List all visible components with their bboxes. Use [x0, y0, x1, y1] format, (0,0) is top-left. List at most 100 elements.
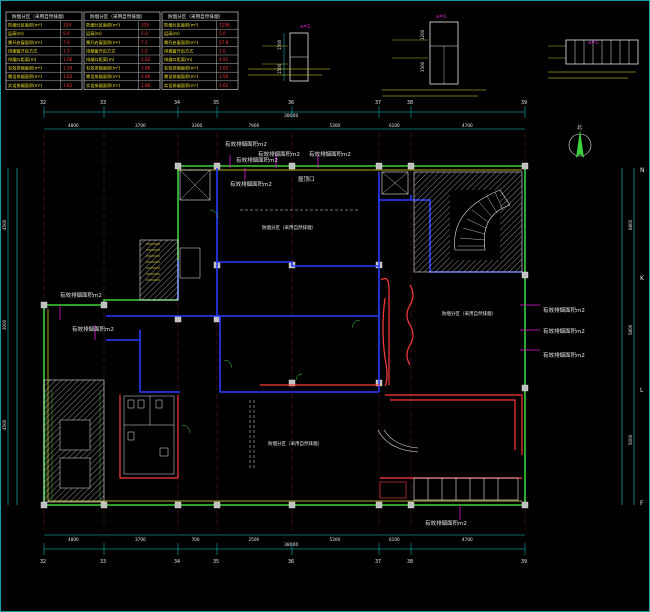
table-cell-label: 需开启窗面积(m²) — [86, 39, 121, 46]
table-cell-label: 需开启窗面积(m²) — [8, 39, 43, 46]
axis-number: 37 — [375, 559, 381, 565]
label-smoke-area-1: 有效排烟面积m2 — [225, 140, 267, 148]
dimension-segment: 5300 — [330, 123, 341, 128]
window-detail-3: a=1 — [548, 39, 639, 79]
label-smoke-area-4: 有效排烟面积m2 — [230, 180, 272, 188]
table-cell-label: 实设排烟面积(m²) — [86, 82, 121, 89]
smoke-table-left: 防烟分区（采用自然排烟） 防烟分区面积(m²) 339 层高(m) 5.0 需开启窗面积(… — [5, 11, 83, 90]
window-detail-1: a=1 1500 1500 — [248, 24, 330, 82]
bottom-dimension-chain: 38000 4800 3700 700 2500 5300 6100 4700 32 33 34… — [40, 534, 527, 565]
table-cell-label: 层高(m) — [8, 30, 24, 37]
counter-area — [377, 429, 519, 501]
table-cell-label: 实设排烟面积(m²) — [8, 82, 43, 89]
table-header: 防烟分区（采用自然排烟） — [90, 13, 145, 20]
table-cell-value: 5.0 — [141, 31, 148, 36]
table-cell-value: 7.0 — [63, 40, 70, 45]
table-cell-label: 有效排烟面积(m²) — [8, 65, 43, 72]
table-cell-label: 层高(m) — [164, 30, 180, 37]
table-cell-value: 1.62 — [219, 66, 229, 71]
table-cell-value: 1.86 — [141, 66, 151, 71]
table-cell-value: 1.86 — [141, 83, 151, 88]
dimension-segment: 6100 — [389, 123, 400, 128]
table-cell-label: 防烟分区面积(m²) — [86, 22, 121, 29]
svg-text:L: L — [640, 387, 644, 394]
label-smoke-area-3: 有效排烟面积m2 — [309, 150, 351, 158]
table-cell-value: 1.86 — [141, 74, 151, 79]
dimension-segment: 7900 — [249, 123, 260, 128]
table-cell-label: 有效排烟面积(m²) — [86, 65, 121, 72]
red-walls — [119, 277, 523, 479]
sheet-border — [0, 0, 650, 612]
table-cell-value: 1.0 — [219, 48, 226, 53]
bottom-overall-dim: 38000 — [284, 542, 298, 548]
dimension-segment: 4700 — [462, 537, 473, 542]
room-label-bottom: 防烟分区（采用自然排烟） — [268, 440, 322, 447]
table-cell-value: 1.50 — [63, 66, 73, 71]
dimension-segment: 700 — [192, 537, 200, 542]
axis-number: 37 — [375, 100, 381, 106]
dimension-segment: 3300 — [192, 123, 203, 128]
table-cell-value: 339 — [63, 23, 71, 28]
table-cell-label: 需设排烟面积(m²) — [86, 73, 121, 80]
table-cell-value: 339 — [141, 23, 149, 28]
axis-number: 35 — [213, 559, 219, 565]
label-smoke-area-2: 有效排烟面积m2 — [258, 150, 300, 158]
svg-text:N: N — [640, 167, 645, 174]
dimension-segment: 3700 — [135, 123, 146, 128]
dimension-segment: 5300 — [330, 537, 341, 542]
axis-number: 35 — [213, 100, 219, 106]
dimension-segment: 4700 — [462, 123, 473, 128]
table-header: 防烟分区（采用自然排烟） — [168, 13, 223, 20]
label-roof-opening: 屋顶口 — [298, 176, 315, 183]
top-dimension-chain: 38000 4800 3700 3300 7900 5300 6100 4700 32 33 3… — [40, 100, 527, 130]
room-label-center: 防烟分区（采用自然排烟） — [262, 224, 316, 231]
svg-text:K: K — [640, 275, 645, 282]
dimension-segment: 3700 — [135, 537, 146, 542]
north-arrow-icon: 北 — [568, 124, 592, 158]
axis-number: 34 — [174, 100, 180, 106]
svg-text:5800: 5800 — [628, 324, 633, 335]
detail-dim-2a: 1200 — [420, 29, 425, 40]
stair-top-left — [139, 169, 409, 301]
stair-bottom-left — [43, 379, 105, 503]
table-cell-label: 需设排烟面积(m²) — [8, 73, 43, 80]
cad-drawing: 防烟分区（采用自然排烟） 防烟分区面积(m²) 339 层高(m) 5.0 需开启窗面积(… — [0, 0, 650, 612]
table-cell-label: 层高(m) — [86, 30, 102, 37]
smoke-table-right: 防烟分区（采用自然排烟） 防烟分区面积(m²) 1156 层高(m) 5.0 需开启窗面积… — [161, 11, 239, 90]
table-cell-value: 1.0 — [63, 48, 70, 53]
label-smoke-area-8: 有效排烟面积m2 — [543, 306, 585, 314]
axis-number: 33 — [100, 559, 106, 565]
axis-number: 39 — [521, 559, 527, 565]
axis-number: 38 — [407, 100, 413, 106]
detail-mark-2: a=1 — [436, 14, 446, 20]
north-label: 北 — [577, 124, 582, 131]
table-cell-value: 57.8 — [219, 40, 229, 45]
table-cell-label: 需设排烟面积(m²) — [164, 73, 199, 80]
axis-number: 39 — [521, 100, 527, 106]
table-cell-value: 1.50 — [219, 74, 229, 79]
svg-text:5000: 5000 — [628, 434, 633, 445]
table-cell-value: 1156 — [219, 23, 230, 28]
table-cell-label: 排烟口距离(m) — [8, 56, 37, 63]
dimension-segment: 6100 — [389, 537, 400, 542]
table-cell-value: 1.62 — [141, 57, 151, 62]
dimension-segment: 4800 — [68, 123, 79, 128]
table-cell-value: 1.62 — [63, 74, 73, 79]
axis-number: 32 — [40, 559, 46, 565]
table-header: 防烟分区（采用自然排烟） — [12, 13, 67, 20]
axis-number: 34 — [174, 559, 180, 565]
table-cell-label: 有效排烟面积(m²) — [164, 65, 199, 72]
detail-dim-1b: 1500 — [277, 63, 282, 74]
table-cell-value: 1.62 — [219, 83, 229, 88]
toilet-block — [123, 395, 175, 475]
floor-plan-svg: 防烟分区（采用自然排烟） 防烟分区面积(m²) 339 层高(m) 5.0 需开启窗面积(… — [0, 0, 650, 612]
label-smoke-area-11: 有效排烟面积m2 — [425, 519, 467, 527]
label-smoke-area-9: 有效排烟面积m2 — [543, 327, 585, 335]
label-smoke-area-10: 有效排烟面积m2 — [543, 351, 585, 359]
detail-dim-2b: 1500 — [420, 61, 425, 72]
table-cell-label: 防烟分区面积(m²) — [164, 22, 199, 29]
svg-text:3000: 3000 — [2, 319, 7, 330]
top-overall-dim: 38000 — [284, 113, 298, 119]
table-cell-label: 实设排烟面积(m²) — [164, 82, 199, 89]
table-cell-value: 5.0 — [63, 31, 70, 36]
